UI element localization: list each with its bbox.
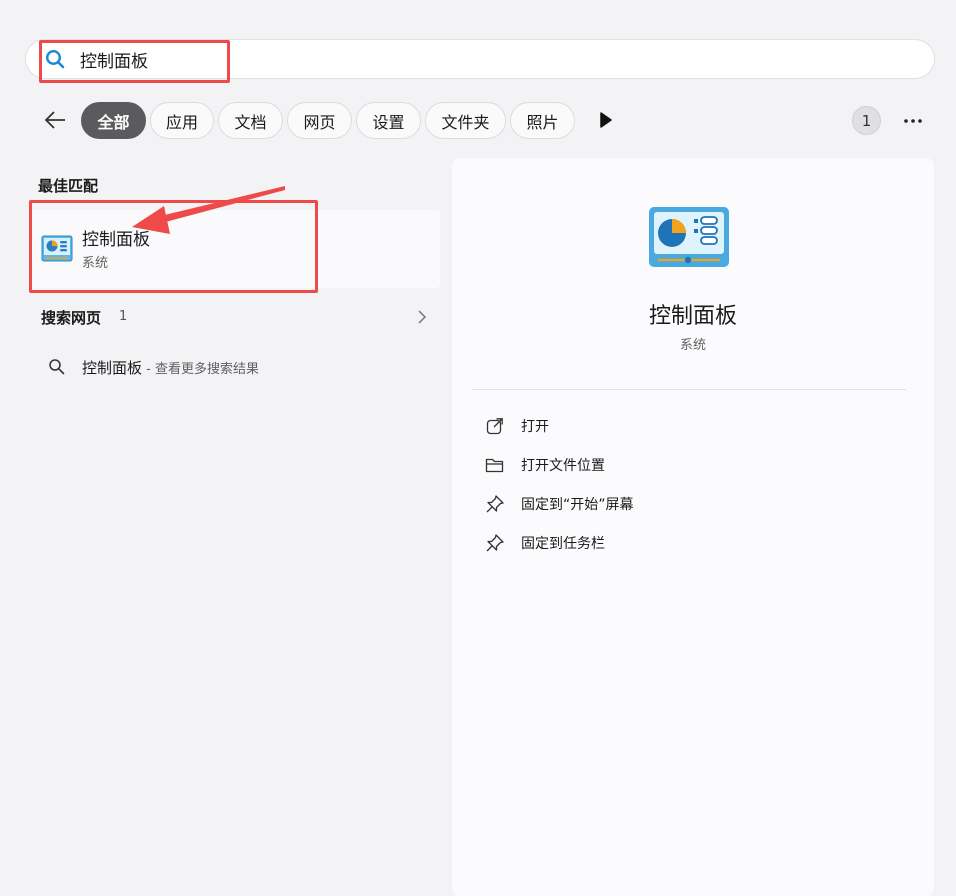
best-match-subtitle: 系统 bbox=[82, 256, 109, 271]
web-result-item[interactable]: 控制面板 - 查看更多搜索结果 bbox=[30, 348, 440, 386]
action-open-label: 打开 bbox=[521, 419, 549, 435]
search-icon bbox=[44, 48, 66, 70]
action-pin-to-start[interactable]: 固定到“开始”屏幕 bbox=[472, 487, 912, 521]
web-result-suffix: - 查看更多搜索结果 bbox=[142, 362, 259, 377]
back-arrow-icon bbox=[44, 111, 65, 129]
tab-documents[interactable]: 文档 bbox=[218, 102, 283, 139]
control-panel-icon bbox=[649, 207, 729, 267]
action-pin-to-taskbar-label: 固定到任务栏 bbox=[521, 536, 605, 552]
results-pane: 最佳匹配 控制面板 系统 搜索网页 1 控制面板 - 查看更多搜索结果 bbox=[0, 160, 445, 896]
pin-icon bbox=[484, 493, 506, 515]
action-pin-to-start-label: 固定到“开始”屏幕 bbox=[521, 497, 634, 513]
search-web-heading: 搜索网页 bbox=[41, 309, 102, 327]
action-open[interactable]: 打开 bbox=[472, 409, 912, 443]
tab-folders[interactable]: 文件夹 bbox=[425, 102, 506, 139]
rewards-badge[interactable]: 1 bbox=[852, 106, 881, 135]
detail-title: 控制面板 bbox=[648, 304, 737, 329]
action-open-file-location-label: 打开文件位置 bbox=[521, 458, 605, 474]
divider bbox=[472, 389, 906, 390]
best-match-heading: 最佳匹配 bbox=[38, 177, 99, 195]
tab-apps[interactable]: 应用 bbox=[150, 102, 214, 139]
open-external-icon bbox=[484, 415, 506, 437]
back-button[interactable] bbox=[36, 100, 74, 140]
chevron-right-icon bbox=[418, 310, 427, 324]
more-options-button[interactable] bbox=[898, 106, 928, 136]
search-web-count: 1 bbox=[119, 309, 128, 324]
tab-web[interactable]: 网页 bbox=[287, 102, 352, 139]
tab-photos[interactable]: 照片 bbox=[510, 102, 575, 139]
detail-subtitle: 系统 bbox=[679, 338, 706, 353]
ellipsis-icon bbox=[904, 119, 922, 123]
tab-all[interactable]: 全部 bbox=[81, 102, 146, 139]
web-result-text: 控制面板 - 查看更多搜索结果 bbox=[82, 357, 259, 378]
web-result-query: 控制面板 bbox=[82, 359, 143, 377]
best-match-title: 控制面板 bbox=[82, 230, 150, 250]
best-match-item[interactable]: 控制面板 系统 bbox=[30, 210, 440, 288]
action-open-file-location[interactable]: 打开文件位置 bbox=[472, 448, 912, 482]
search-icon bbox=[49, 359, 65, 375]
detail-pane: 控制面板 系统 打开 打开文件位置 固定到“开始”屏幕 固定到任务栏 bbox=[452, 158, 934, 896]
search-input[interactable] bbox=[80, 44, 480, 74]
more-filters-play-button[interactable] bbox=[598, 109, 618, 133]
search-web-header[interactable]: 搜索网页 1 bbox=[30, 300, 440, 336]
pin-icon bbox=[484, 532, 506, 554]
filter-row: 全部 应用 文档 网页 设置 文件夹 照片 1 bbox=[36, 100, 936, 142]
control-panel-icon bbox=[41, 235, 73, 262]
play-icon bbox=[600, 112, 612, 128]
folder-icon bbox=[484, 454, 506, 476]
action-pin-to-taskbar[interactable]: 固定到任务栏 bbox=[472, 526, 912, 560]
search-bar[interactable] bbox=[25, 39, 935, 79]
tab-settings[interactable]: 设置 bbox=[356, 102, 421, 139]
